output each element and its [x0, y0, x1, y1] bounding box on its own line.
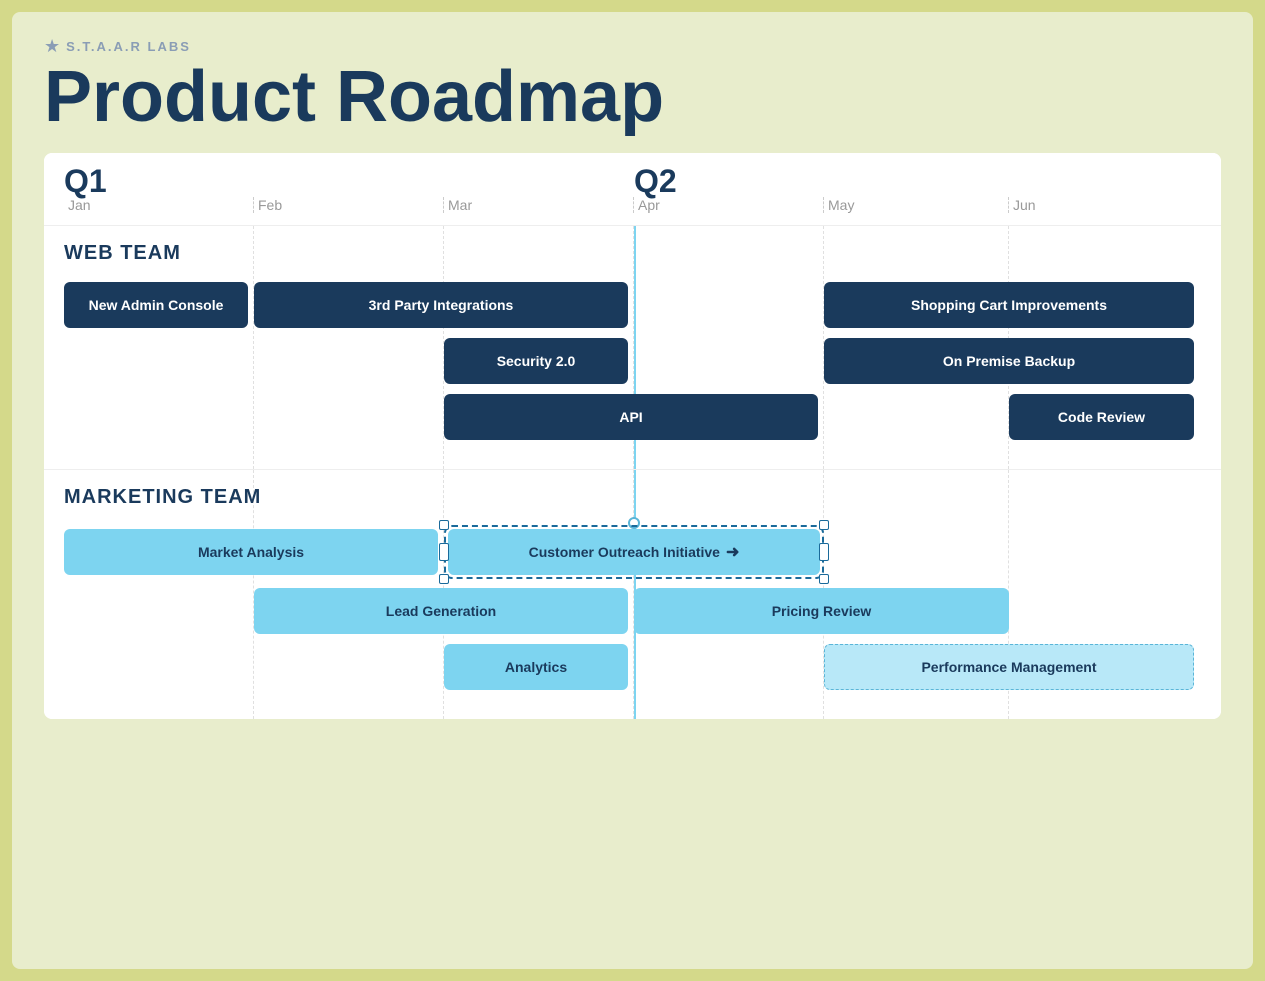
- bar-wrapper-pricing-review: Pricing Review: [634, 588, 1009, 634]
- market-analysis-bar[interactable]: Market Analysis: [64, 529, 438, 575]
- shopping-cart-improvements-bar[interactable]: Shopping Cart Improvements: [824, 282, 1194, 328]
- header-area: ★ S.T.A.A.R LABS Product Roadmap: [44, 36, 1221, 133]
- bar-wrapper-shopping-cart: Shopping Cart Improvements: [824, 282, 1194, 328]
- q2-area: Q2: [634, 165, 1201, 197]
- resize-handle-bottom-left[interactable]: [439, 574, 449, 584]
- resize-handle-right[interactable]: [819, 543, 829, 561]
- month-jun: Jun: [1009, 197, 1194, 213]
- brand-name: S.T.A.A.R LABS: [66, 39, 191, 54]
- 3rd-party-integrations-bar[interactable]: 3rd Party Integrations: [254, 282, 628, 328]
- main-container: ★ S.T.A.A.R LABS Product Roadmap Q1 Q2 J…: [12, 12, 1253, 969]
- roadmap-board: Q1 Q2 Jan Feb Mar Apr May Jun: [44, 153, 1221, 719]
- bar-wrapper-security: Security 2.0: [444, 338, 634, 384]
- q1-area: Q1: [64, 165, 634, 197]
- marketing-row-1: Market Analysis: [64, 525, 1201, 579]
- selected-bar-container: Customer Outreach Initiative ➜: [444, 525, 824, 579]
- marketing-row-2: Lead Generation Pricing Review: [64, 587, 1201, 635]
- bar-wrapper-analytics: Analytics: [444, 644, 634, 690]
- analytics-bar[interactable]: Analytics: [444, 644, 628, 690]
- pricing-review-bar[interactable]: Pricing Review: [634, 588, 1009, 634]
- web-row-1: New Admin Console 3rd Party Integrations…: [64, 281, 1201, 329]
- bar-wrapper-new-admin: New Admin Console: [64, 282, 254, 328]
- bar-wrapper-api: API: [444, 394, 824, 440]
- selection-box: Customer Outreach Initiative ➜: [444, 525, 824, 579]
- page-title: Product Roadmap: [44, 61, 1221, 133]
- q1-label: Q1: [64, 165, 634, 197]
- month-may: May: [824, 197, 1009, 213]
- marketing-row-3: Analytics Performance Management: [64, 643, 1201, 691]
- bar-wrapper-customer-outreach: Customer Outreach Initiative ➜: [444, 525, 824, 579]
- bar-wrapper-3rd-party: 3rd Party Integrations: [254, 282, 634, 328]
- month-jan: Jan: [64, 197, 254, 213]
- lead-generation-bar[interactable]: Lead Generation: [254, 588, 628, 634]
- web-team-section: WEB TEAM New Admin Console 3rd Party Int…: [44, 225, 1221, 469]
- web-row-2: Security 2.0 On Premise Backup: [64, 337, 1201, 385]
- q2-label: Q2: [634, 165, 1201, 197]
- performance-management-bar[interactable]: Performance Management: [824, 644, 1194, 690]
- web-rows-container: WEB TEAM New Admin Console 3rd Party Int…: [64, 242, 1201, 441]
- bar-wrapper-performance-mgmt: Performance Management: [824, 644, 1194, 690]
- month-feb: Feb: [254, 197, 444, 213]
- customer-outreach-bar[interactable]: Customer Outreach Initiative ➜: [448, 529, 820, 575]
- resize-handle-top-left[interactable]: [439, 520, 449, 530]
- bar-wrapper-lead-gen: Lead Generation: [254, 588, 634, 634]
- new-admin-console-bar[interactable]: New Admin Console: [64, 282, 248, 328]
- marketing-team-label: MARKETING TEAM: [64, 486, 1201, 509]
- quarters-row: Q1 Q2: [44, 153, 1221, 197]
- resize-handle-left[interactable]: [439, 543, 449, 561]
- security-20-bar[interactable]: Security 2.0: [444, 338, 628, 384]
- resize-handle-bottom-right[interactable]: [819, 574, 829, 584]
- code-review-bar[interactable]: Code Review: [1009, 394, 1194, 440]
- marketing-team-section: MARKETING TEAM Market Analysis: [44, 469, 1221, 719]
- month-mar: Mar: [444, 197, 634, 213]
- month-apr: Apr: [634, 197, 824, 213]
- brand-star-icon: ★: [44, 36, 60, 57]
- brand-row: ★ S.T.A.A.R LABS: [44, 36, 1221, 57]
- web-team-label: WEB TEAM: [64, 242, 1201, 265]
- web-row-3: API Code Review: [64, 393, 1201, 441]
- api-bar[interactable]: API: [444, 394, 818, 440]
- marketing-rows-container: MARKETING TEAM Market Analysis: [64, 486, 1201, 691]
- months-row: Jan Feb Mar Apr May Jun: [44, 197, 1221, 225]
- bar-wrapper-code-review: Code Review: [1009, 394, 1194, 440]
- bar-wrapper-on-premise: On Premise Backup: [824, 338, 1194, 384]
- on-premise-backup-bar[interactable]: On Premise Backup: [824, 338, 1194, 384]
- bar-wrapper-market-analysis: Market Analysis: [64, 529, 444, 575]
- drag-arrow-icon: ➜: [726, 542, 739, 562]
- resize-handle-top-right[interactable]: [819, 520, 829, 530]
